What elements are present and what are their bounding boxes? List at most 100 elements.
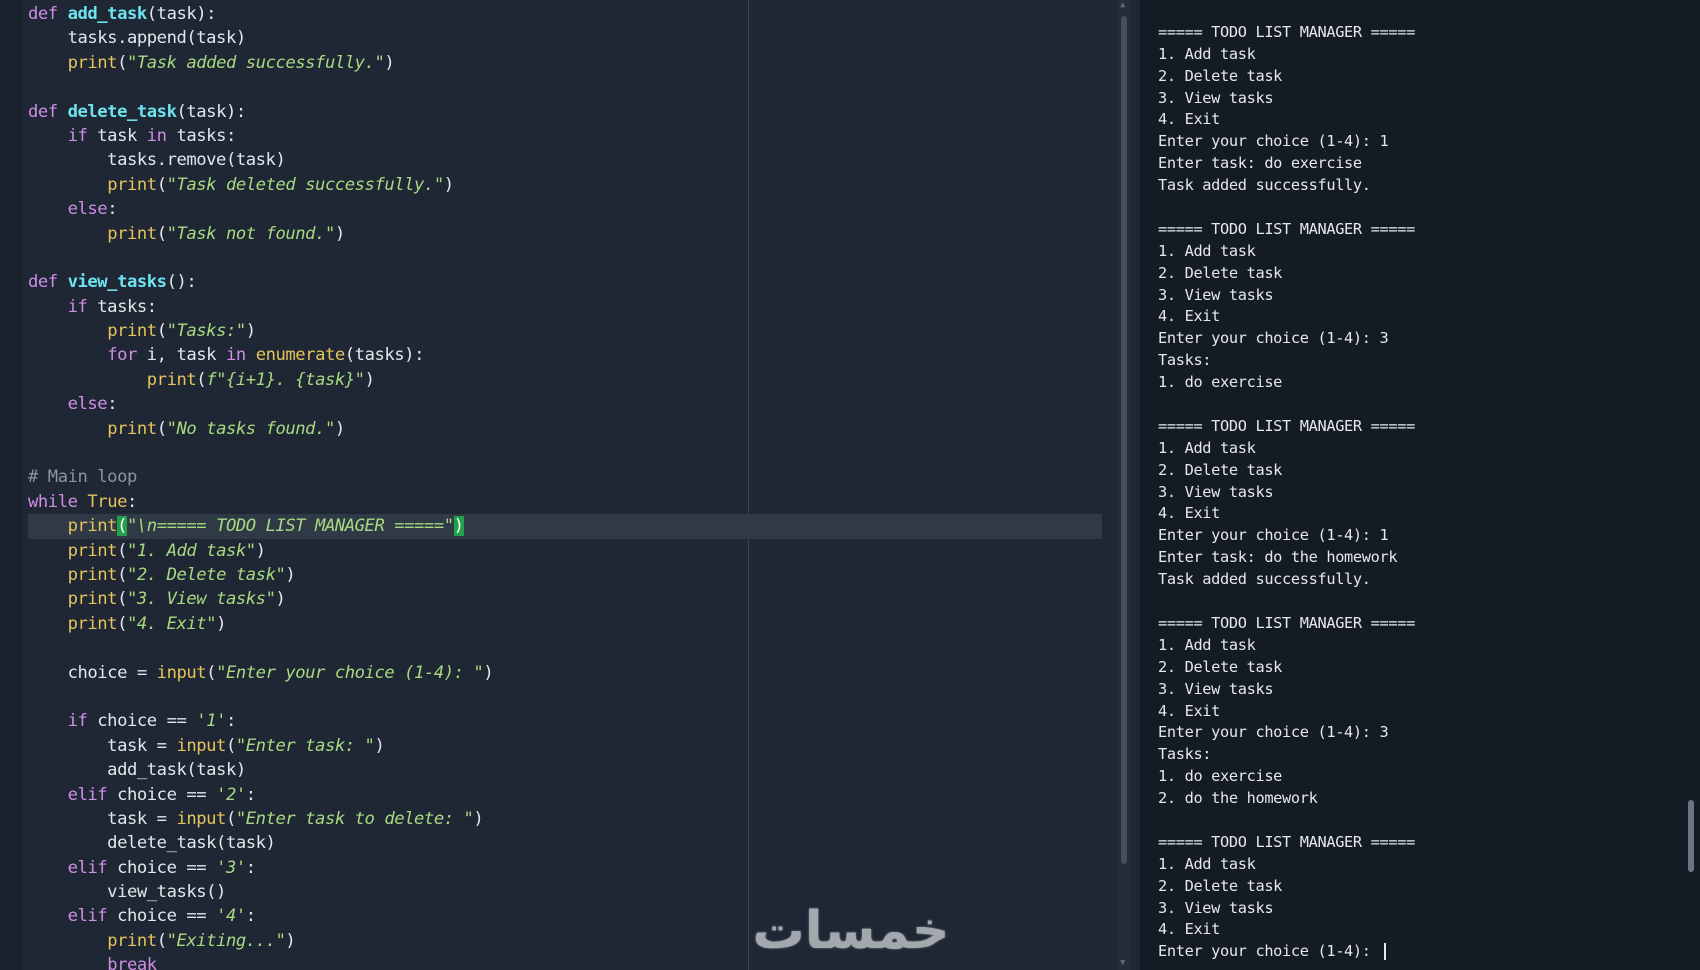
- code-line[interactable]: if tasks:: [28, 295, 1118, 319]
- scroll-down-arrow-icon[interactable]: ▼: [1120, 958, 1125, 968]
- code-text: (: [156, 223, 167, 244]
- code-line[interactable]: print(f"{i+1}. {task}"): [28, 368, 1118, 392]
- keyword-token: while: [28, 491, 78, 512]
- code-line[interactable]: print("Tasks:"): [28, 319, 1118, 343]
- terminal-line: ===== TODO LIST MANAGER =====: [1158, 416, 1415, 435]
- editor-scrollbar[interactable]: ▲ ▼: [1118, 0, 1130, 970]
- code-text: ): [483, 662, 494, 683]
- code-line[interactable]: delete_task(task): [28, 831, 1118, 855]
- code-line[interactable]: add_task(task): [28, 758, 1118, 782]
- code-line[interactable]: def add_task(task):: [28, 2, 1118, 26]
- keyword-token: else: [67, 199, 108, 220]
- code-line[interactable]: for i, task in enumerate(tasks):: [28, 343, 1118, 367]
- scroll-up-arrow-icon[interactable]: ▲: [1120, 0, 1125, 10]
- terminal-line: 3. View tasks: [1158, 88, 1274, 107]
- terminal-scrollbar-thumb[interactable]: [1688, 800, 1694, 872]
- code-line[interactable]: ​: [28, 636, 1118, 660]
- editor-gutter: [0, 0, 22, 970]
- code-line[interactable]: print("4. Exit"): [28, 612, 1118, 636]
- code-line[interactable]: ​: [28, 75, 1118, 99]
- code-line[interactable]: print("Exiting..."): [28, 929, 1118, 953]
- code-line[interactable]: else:: [28, 197, 1118, 221]
- string-token: "Enter task to delete: ": [235, 808, 474, 829]
- terminal-line: 3. View tasks: [1158, 285, 1274, 304]
- keyword-token: if: [67, 711, 88, 732]
- code-text: task: [87, 125, 147, 146]
- string-token: '1': [196, 711, 226, 732]
- terminal-line: ​: [1158, 197, 1680, 219]
- terminal-line: 1. Add task: [1158, 44, 1256, 63]
- code-text: (: [225, 808, 236, 829]
- code-line[interactable]: tasks.remove(task): [28, 148, 1118, 172]
- code-line[interactable]: break: [28, 953, 1118, 970]
- terminal-prompt-line[interactable]: Enter your choice (1-4):: [1158, 941, 1680, 963]
- code-line[interactable]: print("Task deleted successfully."): [28, 173, 1118, 197]
- code-line[interactable]: if choice == '1':: [28, 709, 1118, 733]
- code-line[interactable]: print("2. Delete task"): [28, 563, 1118, 587]
- code-line[interactable]: elif choice == '3':: [28, 856, 1118, 880]
- terminal-line: 2. Delete task: [1158, 263, 1283, 282]
- code-line[interactable]: ​: [28, 441, 1118, 465]
- code-text: (tasks):: [344, 345, 425, 366]
- code-line[interactable]: if task in tasks:: [28, 124, 1118, 148]
- terminal-panel[interactable]: ​===== TODO LIST MANAGER =====1. Add tas…: [1130, 0, 1700, 970]
- code-line[interactable]: def delete_task(task):: [28, 100, 1118, 124]
- terminal-line: ===== TODO LIST MANAGER =====: [1158, 613, 1415, 632]
- bracket-match-token: (: [117, 516, 127, 537]
- code-line[interactable]: task = input("Enter task: "): [28, 734, 1118, 758]
- code-line[interactable]: def view_tasks():: [28, 270, 1118, 294]
- comment-token: # Main loop: [28, 467, 137, 488]
- code-line[interactable]: while True:: [28, 490, 1118, 514]
- code-line[interactable]: print("Task added successfully."): [28, 51, 1118, 75]
- code-line[interactable]: ​: [28, 246, 1118, 270]
- string-token: "No tasks found.": [166, 418, 336, 439]
- code-line[interactable]: print("3. View tasks"): [28, 587, 1118, 611]
- code-text: ): [255, 540, 266, 561]
- code-line[interactable]: view_tasks(): [28, 880, 1118, 904]
- code-line[interactable]: print("Task not found."): [28, 222, 1118, 246]
- code-line[interactable]: choice = input("Enter your choice (1-4):…: [28, 661, 1118, 685]
- code-text: (: [117, 589, 127, 610]
- code-text: (: [156, 418, 167, 439]
- terminal-line: 3. View tasks: [1158, 482, 1274, 501]
- code-line-current[interactable]: print("\n===== TODO LIST MANAGER ====="): [28, 514, 1102, 539]
- builtin-token: print: [107, 930, 157, 951]
- code-line[interactable]: # Main loop: [28, 465, 1118, 489]
- code-lines[interactable]: def add_task(task): tasks.append(task) p…: [28, 2, 1118, 970]
- editor-scrollbar-thumb[interactable]: [1121, 16, 1127, 864]
- code-line[interactable]: ​: [28, 685, 1118, 709]
- terminal-line: 4. Exit: [1158, 701, 1221, 720]
- terminal-line: 4. Exit: [1158, 920, 1221, 939]
- code-line[interactable]: tasks.append(task): [28, 26, 1118, 50]
- terminal-line: 2. Delete task: [1158, 66, 1283, 85]
- code-text: ): [384, 52, 395, 73]
- bracket-match-token: ): [453, 516, 464, 537]
- code-line[interactable]: task = input("Enter task to delete: "): [28, 807, 1118, 831]
- string-token: '4': [216, 906, 246, 927]
- code-line[interactable]: print("No tasks found."): [28, 417, 1118, 441]
- code-line[interactable]: elif choice == '4':: [28, 904, 1118, 928]
- code-text: (: [206, 662, 217, 683]
- code-text: tasks:: [87, 296, 157, 317]
- terminal-line: Enter task: do the homework: [1158, 548, 1398, 567]
- terminal-line: 1. Add task: [1158, 635, 1256, 654]
- terminal-line: ​: [1158, 591, 1680, 613]
- builtin-token: print: [107, 174, 157, 195]
- code-text: choice ==: [87, 711, 197, 732]
- code-line[interactable]: elif choice == '2':: [28, 783, 1118, 807]
- code-line[interactable]: print("1. Add task"): [28, 539, 1118, 563]
- code-editor[interactable]: def add_task(task): tasks.append(task) p…: [0, 0, 1118, 970]
- terminal-scrollbar[interactable]: [1686, 0, 1696, 970]
- keyword-token: if: [67, 296, 88, 317]
- code-line[interactable]: else:: [28, 392, 1118, 416]
